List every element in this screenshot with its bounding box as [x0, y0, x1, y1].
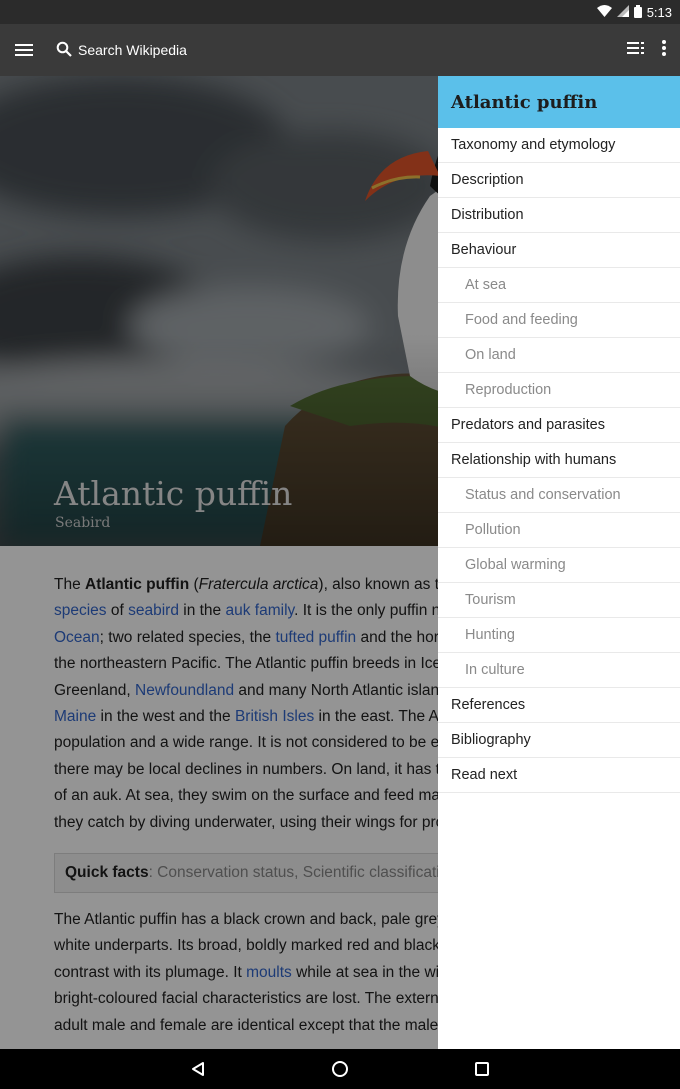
toc-item-in-culture[interactable]: In culture	[438, 653, 680, 688]
search-placeholder: Search Wikipedia	[78, 42, 187, 58]
toc-item-behaviour[interactable]: Behaviour	[438, 233, 680, 268]
toc-item-bibliography[interactable]: Bibliography	[438, 723, 680, 758]
toc-item-food-and-feeding[interactable]: Food and feeding	[438, 303, 680, 338]
menu-button[interactable]	[0, 24, 48, 76]
toc-item-relationship-with-humans[interactable]: Relationship with humans	[438, 443, 680, 478]
system-nav-bar	[0, 1049, 680, 1089]
toc-title[interactable]: Atlantic puffin	[438, 76, 680, 128]
toc-item-global-warming[interactable]: Global warming	[438, 548, 680, 583]
recents-icon[interactable]	[467, 1054, 497, 1084]
search-bar[interactable]: Search Wikipedia	[56, 41, 187, 60]
toc-item-distribution[interactable]: Distribution	[438, 198, 680, 233]
toc-item-hunting[interactable]: Hunting	[438, 618, 680, 653]
toc-item-status-and-conservation[interactable]: Status and conservation	[438, 478, 680, 513]
home-icon[interactable]	[325, 1054, 355, 1084]
more-vert-icon[interactable]	[662, 39, 666, 61]
wifi-icon	[596, 5, 612, 19]
toc-item-on-land[interactable]: On land	[438, 338, 680, 373]
battery-icon	[633, 4, 642, 20]
toc-drawer: Atlantic puffin Taxonomy and etymology De…	[438, 76, 680, 1049]
toc-item-taxonomy-and-etymology[interactable]: Taxonomy and etymology	[438, 128, 680, 163]
toc-item-read-next[interactable]: Read next	[438, 758, 680, 793]
table-of-contents-icon[interactable]	[627, 41, 644, 59]
toc-item-tourism[interactable]: Tourism	[438, 583, 680, 618]
toc-item-reproduction[interactable]: Reproduction	[438, 373, 680, 408]
toc-list: Taxonomy and etymology Description Distrib…	[438, 128, 680, 793]
drawer-scrim[interactable]	[0, 76, 438, 1049]
status-bar: 5:13	[0, 0, 680, 24]
status-time: 5:13	[646, 4, 672, 20]
back-icon[interactable]	[183, 1054, 213, 1084]
hamburger-icon	[15, 44, 33, 56]
search-icon	[56, 41, 72, 60]
toc-item-references[interactable]: References	[438, 688, 680, 723]
app-toolbar: Search Wikipedia	[0, 24, 680, 76]
toc-item-predators-and-parasites[interactable]: Predators and parasites	[438, 408, 680, 443]
signal-icon	[616, 5, 629, 19]
toc-item-description[interactable]: Description	[438, 163, 680, 198]
toc-item-at-sea[interactable]: At sea	[438, 268, 680, 303]
toc-item-pollution[interactable]: Pollution	[438, 513, 680, 548]
